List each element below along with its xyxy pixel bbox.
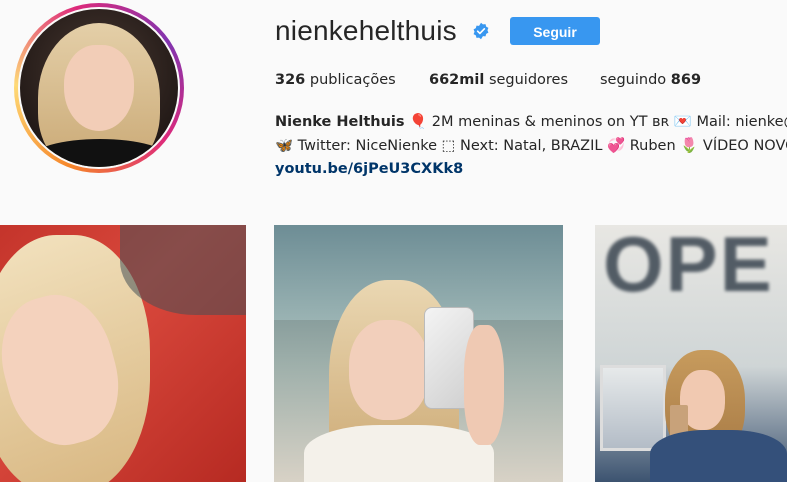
followers-count-value: 662mil bbox=[429, 72, 485, 88]
bio-line-2: 🦋 Twitter: NiceNienke ⬚ Next: Natal, BRA… bbox=[275, 138, 787, 154]
following-count-value: 869 bbox=[670, 72, 702, 88]
post-jacket bbox=[650, 430, 787, 482]
post-shirt bbox=[304, 425, 494, 482]
following-count[interactable]: seguindo 869 bbox=[600, 72, 701, 88]
post-thumbnail[interactable] bbox=[274, 225, 563, 482]
post-thumbnail[interactable]: OPE bbox=[595, 225, 787, 482]
story-ring[interactable] bbox=[14, 3, 184, 173]
bio-text-1: 🎈 2M meninas & meninos on YT ʙʀ 💌 Mail: … bbox=[409, 114, 787, 130]
verified-badge-icon bbox=[473, 22, 489, 40]
open-sign: OPE bbox=[603, 225, 774, 308]
post-thumbnail[interactable] bbox=[0, 225, 246, 482]
post-hand bbox=[464, 325, 504, 445]
follow-button[interactable]: Seguir bbox=[510, 17, 600, 45]
lantern bbox=[600, 365, 666, 451]
posts-count-value: 326 bbox=[275, 72, 306, 88]
avatar-face bbox=[64, 45, 134, 131]
bio-link[interactable]: youtu.be/6jPeU3CXKk8 bbox=[275, 161, 463, 177]
bio-line-1: Nienke Helthuis 🎈 2M meninas & meninos o… bbox=[275, 113, 787, 130]
post-face bbox=[349, 320, 429, 420]
followers-count[interactable]: 662mil seguidores bbox=[429, 72, 568, 88]
followers-count-label: seguidores bbox=[488, 72, 569, 88]
full-name: Nienke Helthuis bbox=[275, 114, 405, 130]
posts-count-label: publicações bbox=[309, 72, 396, 88]
username: nienkehelthuis bbox=[275, 15, 457, 46]
avatar[interactable] bbox=[20, 9, 178, 167]
following-count-label: seguindo bbox=[600, 72, 667, 88]
posts-count: 326 publicações bbox=[275, 72, 396, 88]
